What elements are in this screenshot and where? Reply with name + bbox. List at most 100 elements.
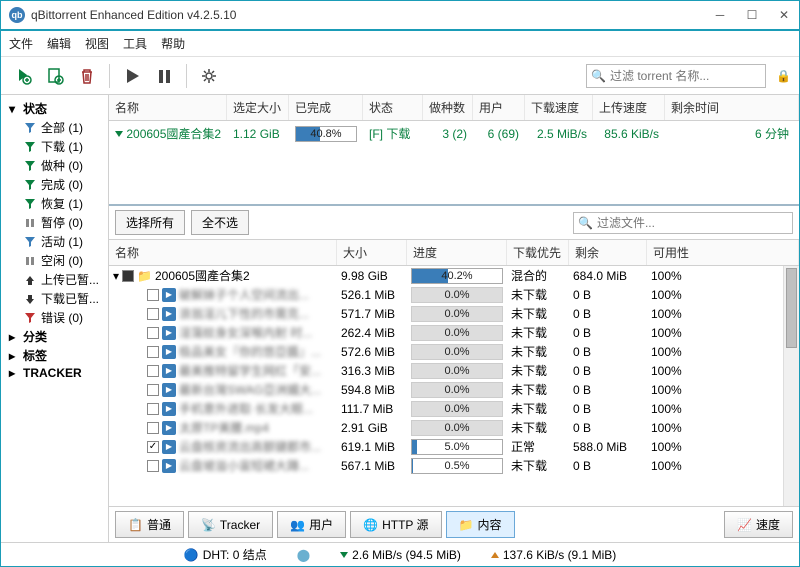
file-row[interactable]: ▶极品美女『你的悠亞醬』...572.6 MiB0.0%未下载0 B100% <box>109 342 799 361</box>
file-row[interactable]: ▶云盘核资流出高额键郡市...619.1 MiB5.0%正常588.0 MiB1… <box>109 437 799 456</box>
scrollbar[interactable] <box>783 266 799 506</box>
sidebar-filter-item[interactable]: 空闲 (0) <box>1 251 108 270</box>
file-size: 571.7 MiB <box>337 306 407 322</box>
maximize-button[interactable]: ☐ <box>745 8 759 22</box>
file-row[interactable]: ▶淫蕩紋身女深喉内射 时...262.4 MiB0.0%未下载0 B100% <box>109 323 799 342</box>
checkbox[interactable] <box>147 460 159 472</box>
sidebar-filter-item[interactable]: 全部 (1) <box>1 118 108 137</box>
lock-icon[interactable]: 🔒 <box>776 69 791 83</box>
content-area: 名称 选定大小 已完成 状态 做种数 用户 下载速度 上传速度 剩余时间 200… <box>109 95 799 542</box>
checkbox[interactable] <box>147 346 159 358</box>
file-avail: 100% <box>647 306 799 322</box>
fcol-size[interactable]: 大小 <box>337 240 407 265</box>
delete-button[interactable] <box>73 62 101 90</box>
torrent-row[interactable]: 200605國產合集2 1.12 GiB 40.8% [F] 下载 3 (2) … <box>109 121 799 146</box>
col-peers[interactable]: 用户 <box>473 95 525 120</box>
checkbox[interactable] <box>147 327 159 339</box>
torrent-list-header: 名称 选定大小 已完成 状态 做种数 用户 下载速度 上传速度 剩余时间 <box>109 95 799 121</box>
sidebar-filter-item[interactable]: 恢复 (1) <box>1 194 108 213</box>
sidebar-filter-item[interactable]: 错误 (0) <box>1 308 108 327</box>
col-status[interactable]: 状态 <box>363 95 423 120</box>
menu-file[interactable]: 文件 <box>9 35 33 52</box>
file-filter-input[interactable] <box>597 216 788 230</box>
torrent-filter-input[interactable] <box>610 69 765 83</box>
col-upspeed[interactable]: 上传速度 <box>593 95 665 120</box>
tab-http[interactable]: 🌐HTTP 源 <box>350 511 441 538</box>
checkbox[interactable] <box>147 384 159 396</box>
pause-button[interactable] <box>150 62 178 90</box>
sidebar-tags-header[interactable]: ▸标签 <box>1 346 108 365</box>
add-torrent-button[interactable] <box>41 62 69 90</box>
checkbox[interactable] <box>147 308 159 320</box>
separator <box>186 64 187 88</box>
scrollbar-thumb[interactable] <box>786 268 797 348</box>
checkbox[interactable] <box>147 422 159 434</box>
menu-help[interactable]: 帮助 <box>161 35 185 52</box>
resume-button[interactable] <box>118 62 146 90</box>
file-remaining: 0 B <box>569 363 647 379</box>
file-row[interactable]: ▶浪翁淫儿下性的市需克...571.7 MiB0.0%未下载0 B100% <box>109 304 799 323</box>
col-done[interactable]: 已完成 <box>289 95 363 120</box>
tab-tracker[interactable]: 📡Tracker <box>188 511 273 538</box>
sidebar-category-header[interactable]: ▸分类 <box>1 327 108 346</box>
col-dlspeed[interactable]: 下载速度 <box>525 95 593 120</box>
fcol-progress[interactable]: 进度 <box>407 240 507 265</box>
sidebar-status-header[interactable]: ▾状态 <box>1 99 108 118</box>
tab-general[interactable]: 📋普通 <box>115 511 184 538</box>
file-priority: 未下载 <box>507 380 569 399</box>
torrent-filter-box[interactable]: 🔍 <box>586 64 766 88</box>
col-name[interactable]: 名称 <box>109 95 227 120</box>
up-arrow-icon <box>491 552 499 558</box>
file-progress: 0.0% <box>411 420 503 436</box>
col-eta[interactable]: 剩余时间 <box>665 95 799 120</box>
file-root-row[interactable]: ▾📁200605國產合集29.98 GiB40.2%混合的684.0 MiB10… <box>109 266 799 285</box>
fcol-avail[interactable]: 可用性 <box>647 240 799 265</box>
add-link-button[interactable] <box>9 62 37 90</box>
file-size: 572.6 MiB <box>337 344 407 360</box>
file-avail: 100% <box>647 420 799 436</box>
file-name: 最美推特留学生网红「安... <box>179 362 321 379</box>
menu-edit[interactable]: 编辑 <box>47 35 71 52</box>
file-row[interactable]: ▶手机意外进取·长发大眼...111.7 MiB0.0%未下载0 B100% <box>109 399 799 418</box>
sidebar-filter-item[interactable]: 做种 (0) <box>1 156 108 175</box>
file-filter-box[interactable]: 🔍 <box>573 212 793 234</box>
select-none-button[interactable]: 全不选 <box>191 210 249 235</box>
minimize-button[interactable]: ─ <box>713 8 727 22</box>
file-row[interactable]: ▶最新台灣SWAG亞洲媚大...594.8 MiB0.0%未下载0 B100% <box>109 380 799 399</box>
file-row[interactable]: ▶破解妹子个人空间流出...526.1 MiB0.0%未下载0 B100% <box>109 285 799 304</box>
sidebar-filter-item[interactable]: 下载已暂... <box>1 289 108 308</box>
col-selsize[interactable]: 选定大小 <box>227 95 289 120</box>
expand-icon[interactable]: ▾ <box>113 269 119 283</box>
checkbox[interactable] <box>147 365 159 377</box>
tab-content[interactable]: 📁内容 <box>446 511 515 538</box>
fcol-priority[interactable]: 下载优先 <box>507 240 569 265</box>
checkbox[interactable] <box>147 403 159 415</box>
sidebar-filter-item[interactable]: 活动 (1) <box>1 232 108 251</box>
tab-speed[interactable]: 📈速度 <box>724 511 793 538</box>
close-button[interactable]: ✕ <box>777 8 791 22</box>
fcol-name[interactable]: 名称 <box>109 240 337 265</box>
sidebar-filter-item[interactable]: 下载 (1) <box>1 137 108 156</box>
filter-label: 暂停 (0) <box>41 214 83 231</box>
tab-peers[interactable]: 👥用户 <box>277 511 346 538</box>
file-row[interactable]: ▶最美推特留学生网红「安...316.3 MiB0.0%未下载0 B100% <box>109 361 799 380</box>
sidebar-tracker-header[interactable]: ▸TRACKER <box>1 365 108 381</box>
menu-tools[interactable]: 工具 <box>123 35 147 52</box>
col-seeds[interactable]: 做种数 <box>423 95 473 120</box>
fcol-remaining[interactable]: 剩余 <box>569 240 647 265</box>
filter-icon <box>23 254 37 268</box>
checkbox[interactable] <box>147 289 159 301</box>
file-row[interactable]: ▶云盘坡溢小宙短裙大蹲...567.1 MiB0.5%未下载0 B100% <box>109 456 799 475</box>
file-row[interactable]: ▶太原TP美腰.mp42.91 GiB0.0%未下载0 B100% <box>109 418 799 437</box>
file-progress: 0.0% <box>411 306 503 322</box>
checkbox[interactable] <box>147 441 159 453</box>
settings-button[interactable] <box>195 62 223 90</box>
select-all-button[interactable]: 选择所有 <box>115 210 185 235</box>
menu-view[interactable]: 视图 <box>85 35 109 52</box>
file-list[interactable]: ▾📁200605國產合集29.98 GiB40.2%混合的684.0 MiB10… <box>109 266 799 475</box>
sidebar-filter-item[interactable]: 完成 (0) <box>1 175 108 194</box>
sidebar-filter-item[interactable]: 上传已暂... <box>1 270 108 289</box>
checkbox[interactable] <box>122 270 134 282</box>
torrent-name: 200605國產合集2 <box>126 125 221 142</box>
sidebar-filter-item[interactable]: 暂停 (0) <box>1 213 108 232</box>
